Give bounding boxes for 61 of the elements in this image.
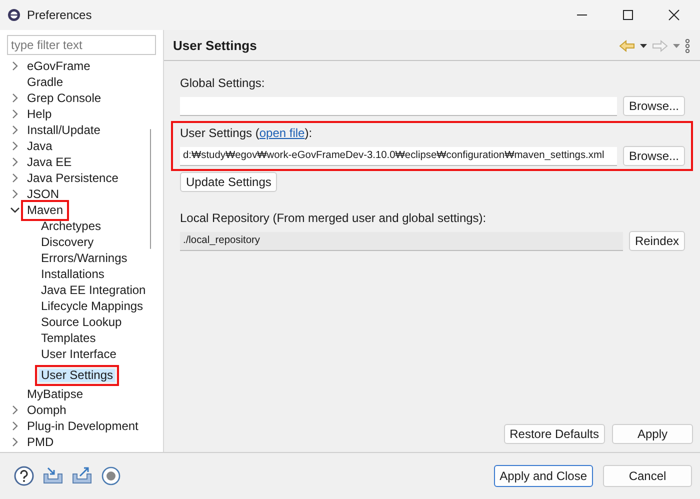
tree-item[interactable]: MyBatipse: [23, 384, 88, 404]
update-settings-button[interactable]: Update Settings: [180, 172, 278, 192]
chevron-right-icon[interactable]: [10, 421, 20, 431]
dropdown-icon[interactable]: [640, 44, 647, 48]
browse-button[interactable]: Browse...: [622, 96, 685, 116]
reindex-button[interactable]: Reindex: [628, 231, 685, 251]
tree-item[interactable]: Help: [23, 104, 56, 124]
close-icon[interactable]: [668, 9, 680, 21]
tree-item[interactable]: Plug-in Development: [23, 416, 142, 436]
tree-item[interactable]: Source Lookup: [37, 312, 126, 332]
tree-item[interactable]: Install/Update: [23, 120, 104, 140]
chevron-right-icon[interactable]: [10, 405, 20, 415]
chevron-down-icon[interactable]: [10, 205, 20, 215]
field-label: User Settings (: [180, 126, 260, 140]
import-icon[interactable]: [43, 466, 63, 484]
tree-item[interactable]: Java: [23, 136, 56, 156]
window-title: Preferences: [27, 8, 93, 22]
field-label: Local Repository (From merged user and global settings):: [180, 211, 488, 225]
chevron-right-icon[interactable]: [10, 173, 20, 183]
chevron-right-icon[interactable]: [10, 141, 20, 151]
apply-and-close-button[interactable]: Apply and Close: [494, 465, 593, 487]
more-icon[interactable]: [685, 38, 690, 52]
restore-defaults-button[interactable]: Restore Defaults: [504, 424, 605, 444]
tree-item[interactable]: Java Persistence: [23, 168, 122, 188]
chevron-right-icon[interactable]: [10, 189, 20, 199]
record-icon[interactable]: [101, 466, 121, 486]
browse-button[interactable]: Browse...: [622, 146, 685, 166]
chevron-right-icon[interactable]: [10, 109, 20, 119]
tree-item[interactable]: PMD: [23, 432, 58, 452]
tree-item[interactable]: Oomph: [23, 400, 70, 420]
tree-item[interactable]: User Interface: [37, 344, 120, 364]
chevron-right-icon[interactable]: [10, 437, 20, 447]
chevron-right-icon[interactable]: [10, 157, 20, 167]
cancel-button[interactable]: Cancel: [603, 465, 692, 487]
app-icon: [7, 8, 21, 22]
export-icon[interactable]: [72, 466, 92, 484]
text-field[interactable]: d:₩study₩egov₩work-eGovFrameDev-3.10.0₩eclipse₩configuration₩maven_settings.xml: [180, 146, 617, 166]
tree-item[interactable]: User Settings: [35, 364, 120, 386]
tree-item[interactable]: Errors/Warnings: [37, 248, 132, 268]
tree-item[interactable]: Grep Console: [23, 88, 106, 108]
chevron-right-icon[interactable]: [10, 125, 20, 135]
tree-item[interactable]: Maven: [21, 200, 70, 220]
filter-field[interactable]: type filter text: [7, 35, 156, 55]
tree-item[interactable]: Gradle: [23, 72, 68, 92]
open-file-link[interactable]: open file: [259, 126, 305, 140]
tree-item[interactable]: Discovery: [37, 232, 98, 252]
tree-item[interactable]: Templates: [37, 328, 100, 348]
tree-item[interactable]: Java EE: [23, 152, 76, 172]
text-field[interactable]: [180, 96, 617, 116]
tree-item[interactable]: Lifecycle Mappings: [37, 296, 148, 316]
chevron-right-icon[interactable]: [10, 93, 20, 103]
tree-item[interactable]: eGovFrame: [23, 56, 94, 76]
field-label: Global Settings:: [180, 76, 266, 90]
chevron-right-icon[interactable]: [10, 61, 20, 71]
page-title: User Settings: [173, 38, 258, 53]
apply-button[interactable]: Apply: [612, 424, 693, 444]
tree-item[interactable]: Java EE Integration: [37, 280, 150, 300]
field-label: ):: [304, 126, 312, 140]
help-icon[interactable]: [14, 466, 34, 486]
maximize-icon[interactable]: [622, 9, 634, 21]
tree-item[interactable]: Installations: [37, 264, 108, 284]
